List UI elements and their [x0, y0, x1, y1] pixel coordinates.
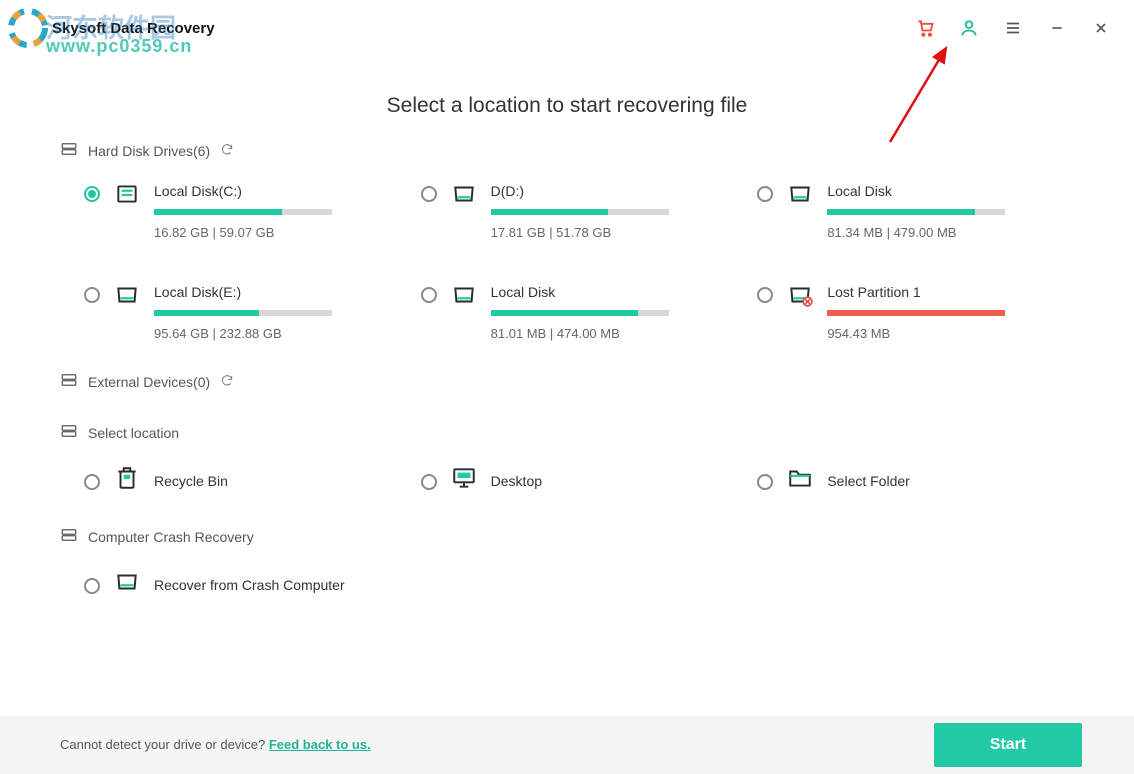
cart-icon[interactable] [914, 17, 936, 39]
radio[interactable] [84, 186, 100, 202]
drive-name: Local Disk [491, 284, 701, 300]
drive-capacity: 81.34 MB | 479.00 MB [827, 225, 1037, 240]
footer: Cannot detect your drive or device? Feed… [0, 716, 1134, 774]
drive-item[interactable]: D(D:) 17.81 GB | 51.78 GB [421, 183, 758, 240]
crash-item-label: Recover from Crash Computer [154, 577, 345, 593]
location-recycle-bin[interactable]: Recycle Bin [84, 465, 421, 496]
desktop-icon [451, 465, 477, 496]
drive-body: Local Disk(C:) 16.82 GB | 59.07 GB [154, 183, 364, 240]
drive-capacity: 17.81 GB | 51.78 GB [491, 225, 701, 240]
drive-name: D(D:) [491, 183, 701, 199]
disk-icon [114, 282, 140, 313]
capacity-bar [154, 209, 332, 215]
close-button[interactable] [1090, 17, 1112, 39]
drive-body: D(D:) 17.81 GB | 51.78 GB [491, 183, 701, 240]
radio[interactable] [757, 474, 773, 490]
drive-body: Local Disk 81.01 MB | 474.00 MB [491, 284, 701, 341]
drive-item[interactable]: Lost Partition 1 954.43 MB [757, 284, 1094, 341]
section-select-location-label: Select location [88, 425, 179, 441]
section-select-location: Select location [0, 422, 1134, 443]
drive-item[interactable]: Local Disk 81.01 MB | 474.00 MB [421, 284, 758, 341]
radio[interactable] [421, 287, 437, 303]
recycle-bin-icon [114, 465, 140, 496]
disk-icon [787, 282, 813, 313]
drive-stack-icon [60, 140, 78, 161]
section-external: External Devices(0) [0, 371, 1134, 392]
crash-recovery-item[interactable]: Recover from Crash Computer [84, 569, 421, 600]
drive-stack-icon [60, 371, 78, 392]
drive-body: Local Disk 81.34 MB | 479.00 MB [827, 183, 1037, 240]
drive-item[interactable]: Local Disk(E:) 95.64 GB | 232.88 GB [84, 284, 421, 341]
refresh-icon[interactable] [220, 373, 234, 390]
footer-message: Cannot detect your drive or device? Feed… [60, 736, 371, 754]
feedback-link[interactable]: Feed back to us. [269, 737, 371, 752]
section-crash-recovery: Computer Crash Recovery [0, 526, 1134, 547]
location-label: Select Folder [827, 473, 909, 489]
drive-capacity: 95.64 GB | 232.88 GB [154, 326, 364, 341]
disk-icon [114, 181, 140, 212]
radio[interactable] [84, 474, 100, 490]
section-external-label: External Devices(0) [88, 374, 210, 390]
capacity-bar [827, 209, 1005, 215]
drive-capacity: 16.82 GB | 59.07 GB [154, 225, 364, 240]
drive-name: Local Disk(E:) [154, 284, 364, 300]
location-label: Recycle Bin [154, 473, 228, 489]
disk-icon [451, 181, 477, 212]
capacity-bar [154, 310, 332, 316]
app-logo-icon [8, 8, 48, 48]
drive-name: Lost Partition 1 [827, 284, 1037, 300]
drive-capacity: 81.01 MB | 474.00 MB [491, 326, 701, 341]
location-desktop[interactable]: Desktop [421, 465, 758, 496]
user-icon[interactable] [958, 17, 980, 39]
drive-stack-icon [60, 526, 78, 547]
capacity-bar [491, 310, 669, 316]
title-actions [914, 17, 1124, 39]
crash-row: Recover from Crash Computer [0, 569, 1134, 600]
drive-name: Local Disk(C:) [154, 183, 364, 199]
section-crash-label: Computer Crash Recovery [88, 529, 254, 545]
drive-item[interactable]: Local Disk 81.34 MB | 479.00 MB [757, 183, 1094, 240]
radio[interactable] [84, 578, 100, 594]
location-select-folder[interactable]: Select Folder [757, 465, 1094, 496]
drive-stack-icon [60, 422, 78, 443]
section-hard-disk: Hard Disk Drives(6) [0, 140, 1134, 161]
folder-icon [787, 465, 813, 496]
capacity-bar [491, 209, 669, 215]
radio[interactable] [421, 186, 437, 202]
radio[interactable] [757, 186, 773, 202]
drive-item[interactable]: Local Disk(C:) 16.82 GB | 59.07 GB [84, 183, 421, 240]
start-button[interactable]: Start [934, 723, 1082, 767]
radio[interactable] [757, 287, 773, 303]
drives-grid: Local Disk(C:) 16.82 GB | 59.07 GB D(D:) 17… [0, 183, 1134, 341]
page-title: Select a location to start recovering fi… [0, 94, 1134, 118]
drive-capacity: 954.43 MB [827, 326, 1037, 341]
footer-text: Cannot detect your drive or device? [60, 737, 269, 752]
watermark-url: www.pc0359.cn [46, 36, 192, 57]
capacity-bar [827, 310, 1005, 316]
disk-icon [451, 282, 477, 313]
radio[interactable] [421, 474, 437, 490]
minimize-button[interactable] [1046, 17, 1068, 39]
drive-body: Local Disk(E:) 95.64 GB | 232.88 GB [154, 284, 364, 341]
drive-body: Lost Partition 1 954.43 MB [827, 284, 1037, 341]
refresh-icon[interactable] [220, 142, 234, 159]
menu-icon[interactable] [1002, 17, 1024, 39]
disk-icon [787, 181, 813, 212]
section-hard-disk-label: Hard Disk Drives(6) [88, 143, 210, 159]
radio[interactable] [84, 287, 100, 303]
location-label: Desktop [491, 473, 542, 489]
drive-name: Local Disk [827, 183, 1037, 199]
locations-grid: Recycle Bin Desktop Select Folder [0, 465, 1134, 496]
disk-icon [114, 569, 140, 600]
